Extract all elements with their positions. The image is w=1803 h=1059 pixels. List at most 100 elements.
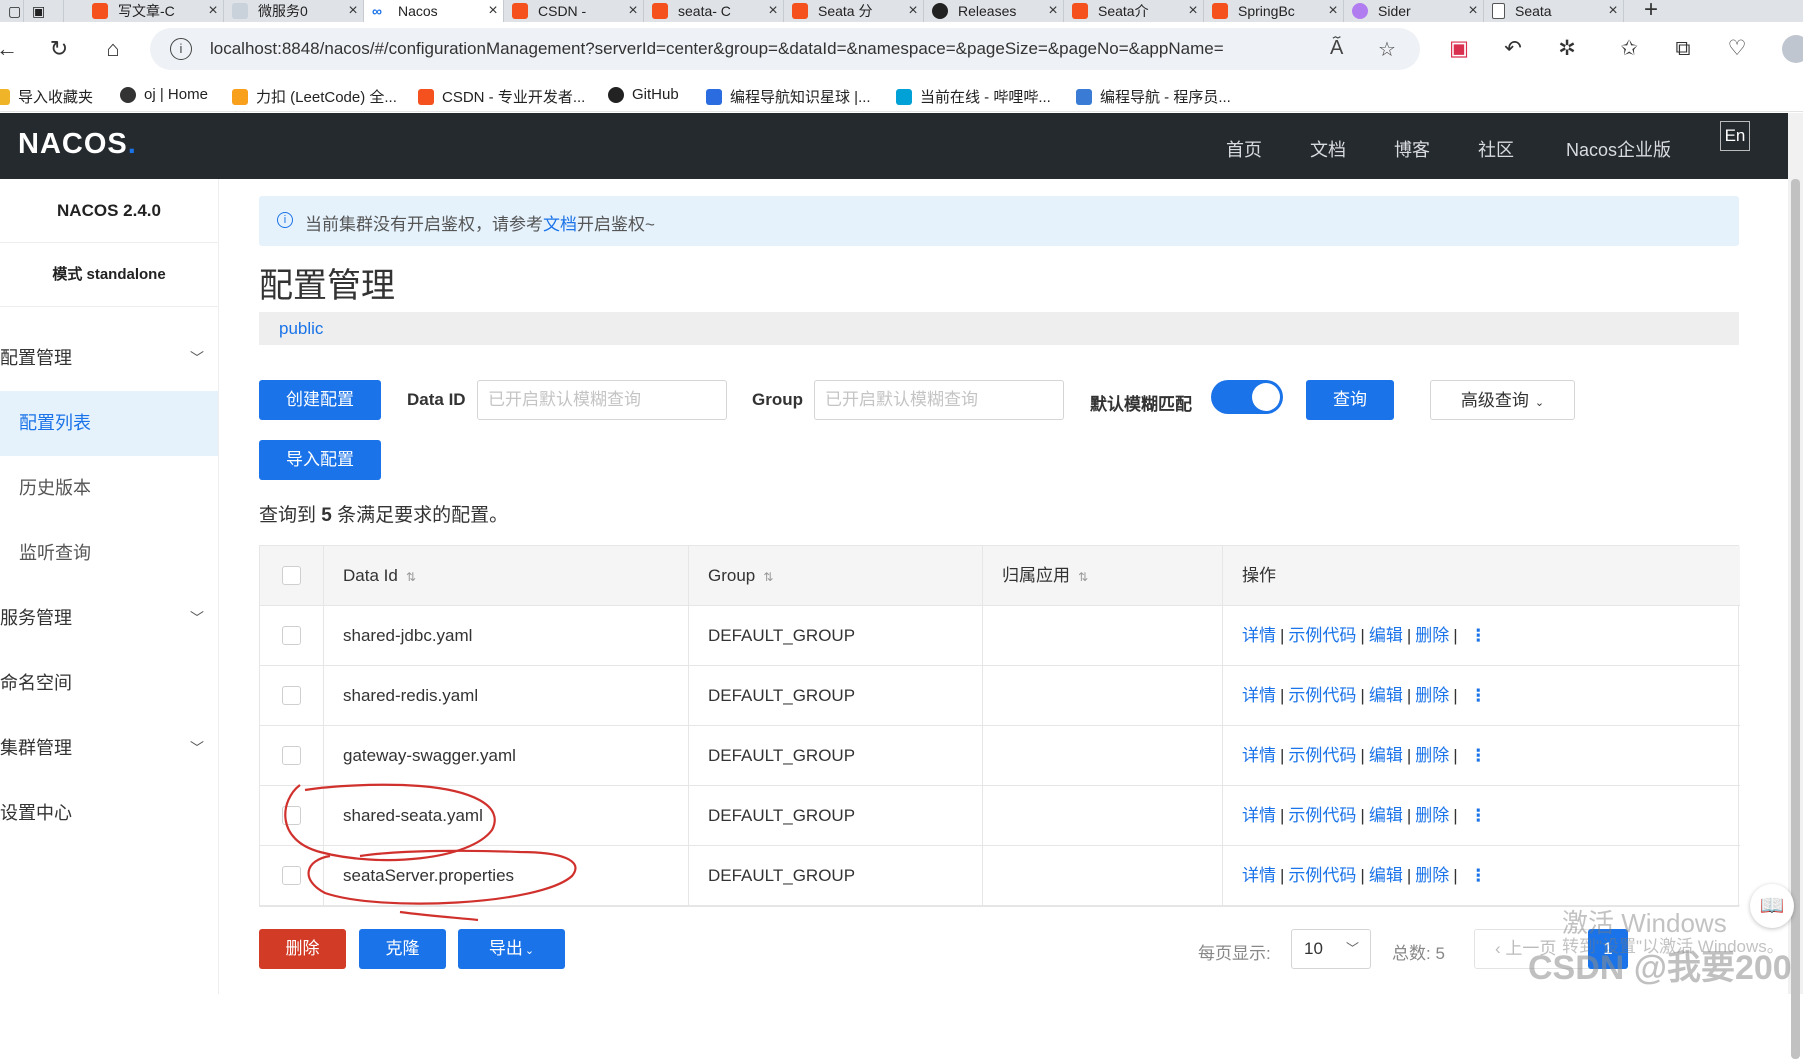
create-config-button[interactable]: 创建配置 — [259, 380, 381, 420]
row-checkbox[interactable] — [282, 866, 301, 885]
nav-home[interactable]: 首页 — [1226, 136, 1262, 162]
more-options-icon[interactable]: ⋮ — [1470, 626, 1487, 645]
reload-icon[interactable]: ↻ — [44, 36, 74, 62]
dataid-input[interactable] — [477, 380, 727, 420]
detail-link[interactable]: 详情 — [1242, 806, 1276, 825]
bookmark-bilibili[interactable]: 当前在线 - 哔哩哔... — [896, 86, 1051, 107]
edit-link[interactable]: 编辑 — [1369, 626, 1403, 645]
close-tab-icon[interactable]: × — [203, 2, 223, 20]
bookmark-codefather[interactable]: 编程导航 - 程序员... — [1076, 86, 1231, 107]
delete-link[interactable]: 删除 — [1415, 866, 1449, 885]
bookmark-import[interactable]: 导入收藏夹 — [0, 86, 93, 107]
advanced-query-button[interactable]: 高级查询 ⌄ — [1430, 380, 1575, 420]
close-tab-icon[interactable]: × — [483, 2, 503, 20]
bookmark-leetcode[interactable]: 力扣 (LeetCode) 全... — [232, 86, 397, 107]
sample-code-link[interactable]: 示例代码 — [1288, 626, 1356, 645]
close-tab-icon[interactable]: × — [1463, 2, 1483, 20]
delete-link[interactable]: 删除 — [1415, 806, 1449, 825]
browser-tab[interactable]: 写文章-C × — [84, 0, 224, 22]
edit-link[interactable]: 编辑 — [1369, 746, 1403, 765]
fuzzy-match-toggle[interactable] — [1211, 380, 1283, 414]
home-icon[interactable]: ⌂ — [98, 36, 128, 62]
row-checkbox[interactable] — [282, 746, 301, 765]
query-button[interactable]: 查询 — [1306, 380, 1394, 420]
browser-tab[interactable]: CSDN - × — [504, 0, 644, 22]
sidebar-item-config-management[interactable]: 配置管理 ﹀ — [0, 326, 218, 391]
more-options-icon[interactable]: ⋮ — [1470, 686, 1487, 705]
close-tab-icon[interactable]: × — [903, 2, 923, 20]
browser-tab[interactable]: seata- C × — [644, 0, 784, 22]
close-tab-icon[interactable]: × — [1043, 2, 1063, 20]
sidebar-item-history[interactable]: 历史版本 — [0, 456, 218, 521]
sidebar-item-config-list[interactable]: 配置列表 — [0, 391, 218, 456]
more-options-icon[interactable]: ⋮ — [1470, 806, 1487, 825]
bookmark-oj[interactable]: oj | Home — [120, 86, 208, 103]
favorite-star-icon[interactable]: ☆ — [1378, 37, 1396, 62]
detail-link[interactable]: 详情 — [1242, 866, 1276, 885]
close-tab-icon[interactable]: × — [1183, 2, 1203, 20]
close-tab-icon[interactable]: × — [1323, 2, 1343, 20]
group-input[interactable] — [814, 380, 1064, 420]
row-checkbox[interactable] — [282, 626, 301, 645]
close-tab-icon[interactable]: × — [763, 2, 783, 20]
detail-link[interactable]: 详情 — [1242, 746, 1276, 765]
bookmark-csdn[interactable]: CSDN - 专业开发者... — [418, 86, 585, 107]
edit-link[interactable]: 编辑 — [1369, 686, 1403, 705]
header-group[interactable]: Group ⇅ — [689, 546, 983, 606]
browser-tab[interactable]: ∞ Nacos × — [364, 0, 504, 22]
sort-icon[interactable]: ⇅ — [763, 570, 773, 584]
nacos-logo[interactable]: NACOS. — [18, 128, 137, 161]
detail-link[interactable]: 详情 — [1242, 626, 1276, 645]
namespace-tab-public[interactable]: public — [279, 319, 323, 339]
bookmark-planet[interactable]: 编程导航知识星球 |... — [706, 86, 871, 107]
page-size-select[interactable]: 10 ﹀ — [1291, 929, 1371, 969]
sample-code-link[interactable]: 示例代码 — [1288, 806, 1356, 825]
collections-icon[interactable]: ⧉ — [1668, 36, 1698, 62]
header-dataid[interactable]: Data Id ⇅ — [324, 546, 689, 606]
read-aloud-icon[interactable]: A᷉ — [1330, 37, 1343, 60]
back-icon[interactable]: ← — [0, 36, 22, 62]
row-checkbox[interactable] — [282, 686, 301, 705]
nav-community[interactable]: 社区 — [1478, 136, 1514, 162]
sidebar-item-settings[interactable]: 设置中心 — [0, 781, 218, 846]
browser-tab[interactable]: 微服务0 × — [224, 0, 364, 22]
clone-button[interactable]: 克隆 — [359, 929, 446, 969]
translate-extension-icon[interactable]: ▣ — [1444, 36, 1474, 62]
export-button[interactable]: 导出 ⌄ — [458, 929, 565, 969]
edit-link[interactable]: 编辑 — [1369, 806, 1403, 825]
batch-delete-button[interactable]: 删除 — [259, 929, 346, 969]
url-field[interactable]: i localhost:8848/nacos/#/configurationMa… — [150, 28, 1420, 70]
more-options-icon[interactable]: ⋮ — [1470, 866, 1487, 885]
browser-tab[interactable]: Seata 分 × — [784, 0, 924, 22]
profile-avatar[interactable] — [1782, 35, 1803, 63]
sidebar-item-service-management[interactable]: 服务管理 ﹀ — [0, 586, 218, 651]
page-scrollbar[interactable] — [1788, 113, 1803, 1059]
import-config-button[interactable]: 导入配置 — [259, 440, 381, 480]
close-tab-icon[interactable]: × — [343, 2, 363, 20]
row-checkbox[interactable] — [282, 806, 301, 825]
bookmark-github[interactable]: GitHub — [608, 86, 679, 103]
sidebar-toggle-icon[interactable]: ▢ — [0, 0, 24, 22]
browser-tab[interactable]: Seata × — [1484, 0, 1624, 22]
detail-link[interactable]: 详情 — [1242, 686, 1276, 705]
edit-link[interactable]: 编辑 — [1369, 866, 1403, 885]
browser-tab[interactable]: SpringBc × — [1204, 0, 1344, 22]
close-tab-icon[interactable]: × — [623, 2, 643, 20]
url-text[interactable]: localhost:8848/nacos/#/configurationMana… — [210, 39, 1224, 59]
language-switch[interactable]: En — [1720, 121, 1750, 151]
browser-tab[interactable]: Seata介 × — [1064, 0, 1204, 22]
doc-link[interactable]: 文档 — [543, 215, 577, 234]
nav-docs[interactable]: 文档 — [1310, 136, 1346, 162]
more-options-icon[interactable]: ⋮ — [1470, 746, 1487, 765]
sidebar-item-namespace[interactable]: 命名空间 — [0, 651, 218, 716]
tab-actions-icon[interactable]: ▣ — [24, 0, 64, 22]
sample-code-link[interactable]: 示例代码 — [1288, 746, 1356, 765]
browser-tab[interactable]: Releases × — [924, 0, 1064, 22]
sidebar-item-cluster-management[interactable]: 集群管理 ﹀ — [0, 716, 218, 781]
reader-mode-icon[interactable]: 📖 — [1750, 884, 1794, 928]
delete-link[interactable]: 删除 — [1415, 686, 1449, 705]
share-icon[interactable]: ↶ — [1498, 36, 1528, 62]
performance-icon[interactable]: ♡ — [1722, 36, 1752, 62]
sample-code-link[interactable]: 示例代码 — [1288, 686, 1356, 705]
close-tab-icon[interactable]: × — [1603, 2, 1623, 20]
